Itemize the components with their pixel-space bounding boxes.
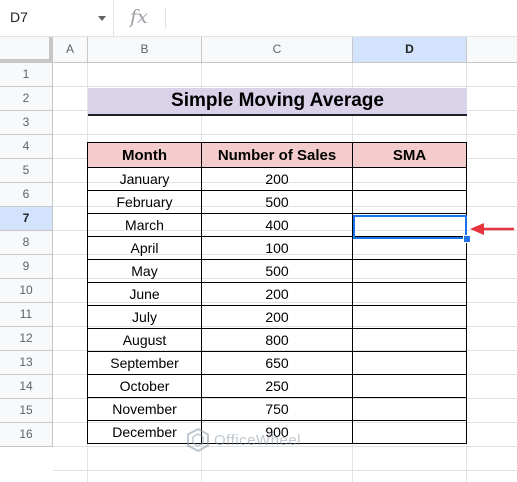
sma-cell[interactable] [352,259,467,283]
sales-cell[interactable]: 500 [201,190,353,214]
month-cell[interactable]: April [87,236,202,260]
row-header-1[interactable]: 1 [0,63,53,87]
cell-reference: D7 [10,9,28,25]
column-header-d[interactable]: D [353,37,467,63]
row-header-12[interactable]: 12 [0,327,53,351]
sma-cell[interactable] [352,282,467,306]
column-header-a[interactable]: A [53,37,88,63]
table-row: February 500 [87,190,467,214]
row-header-16[interactable]: 16 [0,423,53,447]
month-cell[interactable]: June [87,282,202,306]
month-cell[interactable]: November [87,397,202,421]
header-number-of-sales[interactable]: Number of Sales [201,142,353,168]
column-header-e[interactable] [467,37,517,63]
table-row: August 800 [87,328,467,352]
sales-cell[interactable]: 250 [201,374,353,398]
sma-cell[interactable] [352,374,467,398]
row-header-11[interactable]: 11 [0,303,53,327]
month-cell[interactable]: May [87,259,202,283]
header-sma[interactable]: SMA [352,142,467,168]
column-header-c[interactable]: C [202,37,353,63]
sma-cell[interactable] [352,167,467,191]
row-header-5[interactable]: 5 [0,159,53,183]
month-cell[interactable]: January [87,167,202,191]
row-header-15[interactable]: 15 [0,399,53,423]
sales-table: Month Number of Sales SMA January 200 Febr… [87,142,467,444]
row-header-2[interactable]: 2 [0,87,53,111]
sma-cell[interactable] [352,305,467,329]
logo-icon [187,428,209,452]
row-header-4[interactable]: 4 [0,135,53,159]
table-row: November 750 [87,397,467,421]
month-cell[interactable]: September [87,351,202,375]
formula-separator [165,8,166,29]
formula-input[interactable] [175,9,505,29]
sales-cell[interactable]: 200 [201,167,353,191]
watermark-text: OfficeWheel [214,431,301,449]
selected-cell-d7[interactable] [353,215,467,239]
sma-cell[interactable] [352,397,467,421]
row-header-7[interactable]: 7 [0,207,53,231]
month-cell[interactable]: March [87,213,202,237]
table-row: January 200 [87,167,467,191]
row-header-6[interactable]: 6 [0,183,53,207]
sma-cell[interactable] [352,328,467,352]
table-row: September 650 [87,351,467,375]
table-row: June 200 [87,282,467,306]
chevron-down-icon[interactable] [98,16,106,21]
sma-cell[interactable] [352,351,467,375]
month-cell[interactable]: August [87,328,202,352]
sales-cell[interactable]: 400 [201,213,353,237]
row-header-13[interactable]: 13 [0,351,53,375]
sales-cell[interactable]: 750 [201,397,353,421]
sales-cell[interactable]: 200 [201,282,353,306]
sma-cell[interactable] [352,236,467,260]
table-row: May 500 [87,259,467,283]
table-row: July 200 [87,305,467,329]
sales-cell[interactable]: 100 [201,236,353,260]
table-row: April 100 [87,236,467,260]
header-month[interactable]: Month [87,142,202,168]
row-header-3[interactable]: 3 [0,111,53,135]
row-header-14[interactable]: 14 [0,375,53,399]
row-header-10[interactable]: 10 [0,279,53,303]
sales-cell[interactable]: 200 [201,305,353,329]
sales-cell[interactable]: 650 [201,351,353,375]
row-header-8[interactable]: 8 [0,231,53,255]
sheet-title[interactable]: Simple Moving Average [88,88,467,116]
table-row: October 250 [87,374,467,398]
month-cell[interactable]: October [87,374,202,398]
sales-cell[interactable]: 800 [201,328,353,352]
select-all-corner[interactable] [0,37,53,63]
function-icon: fx [130,6,148,28]
month-cell[interactable]: July [87,305,202,329]
month-cell[interactable]: December [87,420,202,444]
sma-cell[interactable] [352,190,467,214]
watermark: OfficeWheel [186,428,301,452]
sales-cell[interactable]: 500 [201,259,353,283]
pointer-arrow-icon [470,223,514,235]
name-box[interactable]: D7 [0,0,114,36]
month-cell[interactable]: February [87,190,202,214]
row-header-9[interactable]: 9 [0,255,53,279]
sma-cell[interactable] [352,420,467,444]
formula-bar: D7 fx [0,0,517,37]
column-header-b[interactable]: B [88,37,202,63]
